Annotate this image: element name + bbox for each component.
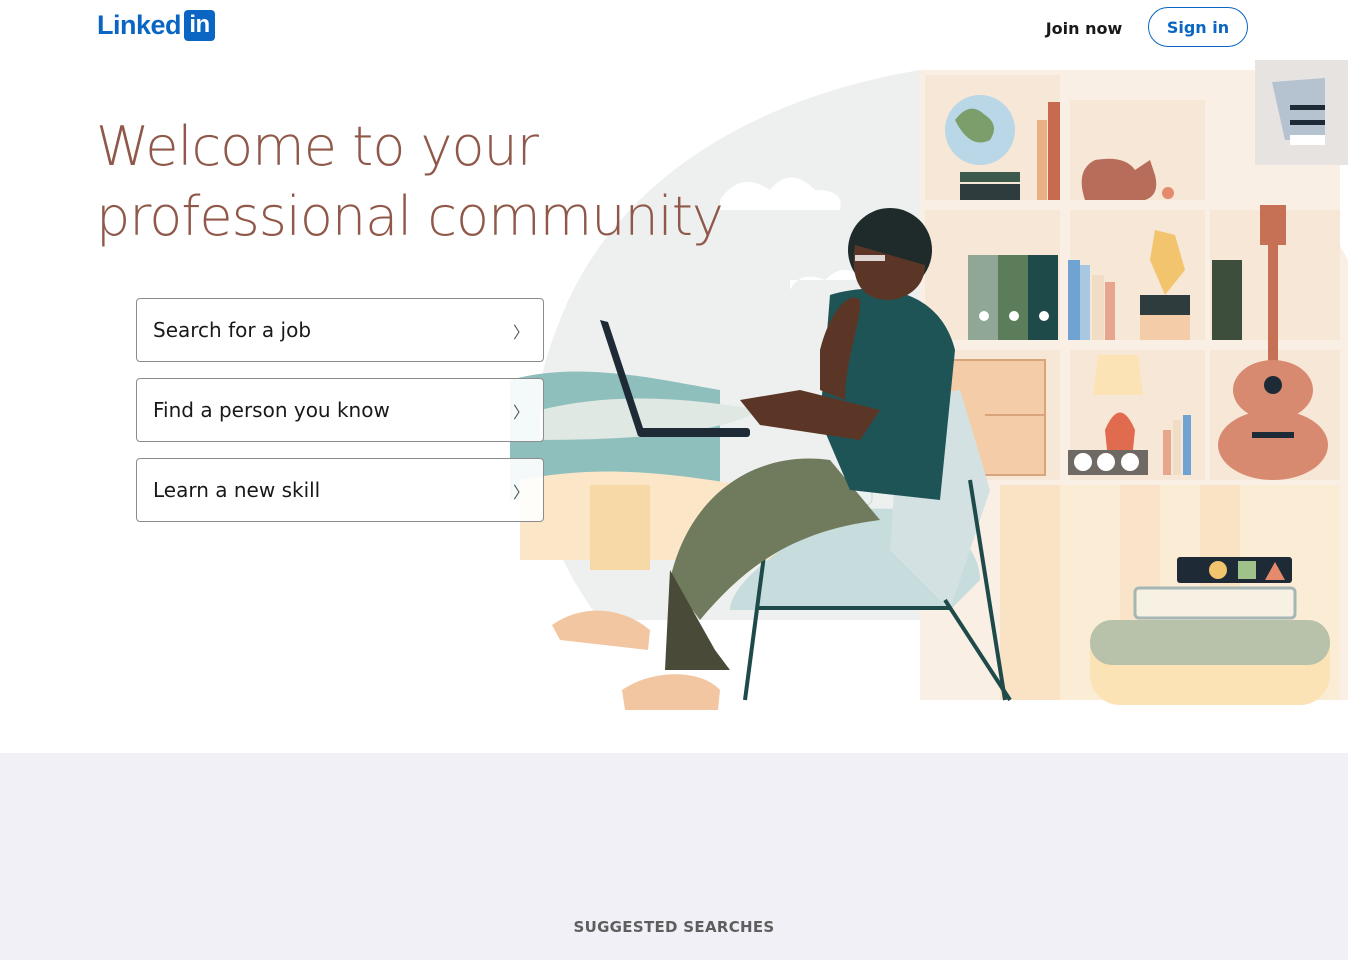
suggested-searches-label: SUGGESTED SEARCHES <box>573 918 775 936</box>
option-label: Find a person you know <box>153 398 390 422</box>
chevron-right-icon: 〉 <box>512 403 529 422</box>
title-line-2: professional community <box>96 185 724 248</box>
title-line-1: Welcome to your <box>96 115 539 178</box>
sign-in-button[interactable]: Sign in <box>1148 7 1248 47</box>
logo-in-box: in <box>184 9 216 41</box>
search-for-job-button[interactable]: Search for a job 〉 <box>136 298 544 362</box>
page-title: Welcome to your professional community <box>96 112 736 252</box>
option-label: Search for a job <box>153 318 312 342</box>
option-label: Learn a new skill <box>153 478 321 502</box>
join-now-button[interactable]: Join now <box>1036 10 1132 46</box>
learn-skill-button[interactable]: Learn a new skill 〉 <box>136 458 544 522</box>
chevron-right-icon: 〉 <box>512 483 529 502</box>
chevron-right-icon: 〉 <box>512 323 529 342</box>
find-person-button[interactable]: Find a person you know 〉 <box>136 378 544 442</box>
linkedin-logo[interactable]: Linked in <box>97 8 216 42</box>
logo-wordmark: Linked <box>97 9 182 40</box>
